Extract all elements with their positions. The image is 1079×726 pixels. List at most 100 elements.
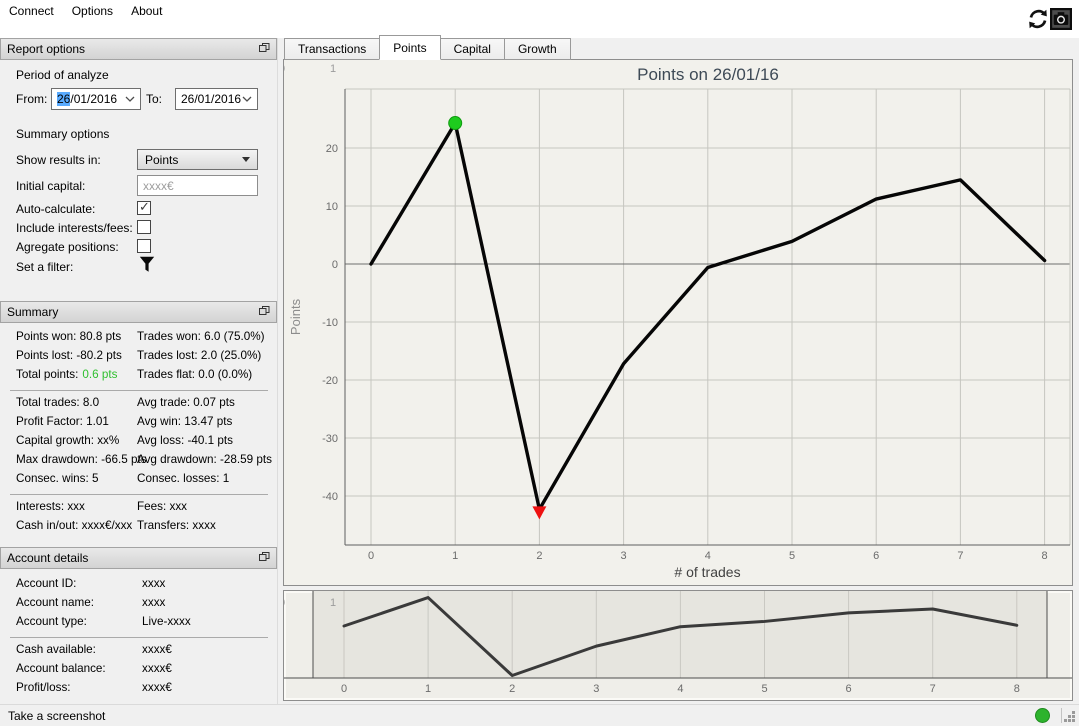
- account-divider: [10, 637, 268, 638]
- refresh-button[interactable]: [1027, 8, 1049, 30]
- left-panel: Report options Period of analyze From: 2…: [0, 38, 278, 704]
- svg-text:5: 5: [761, 683, 767, 695]
- include-interests-label: Include interests/fees:: [16, 221, 133, 235]
- account-details-header: Account details: [0, 547, 277, 569]
- svg-text:1: 1: [330, 63, 336, 75]
- svg-text:6: 6: [846, 683, 852, 695]
- total-points-value: 0.6 pts: [82, 368, 118, 381]
- float-panel-icon[interactable]: [259, 42, 270, 56]
- summary-profit-factor: Profit Factor: 1.01: [16, 415, 109, 428]
- total-points-label: Total points:: [16, 368, 79, 381]
- screenshot-button[interactable]: [1050, 8, 1072, 30]
- top-strip: Connect Options About: [0, 0, 1079, 38]
- summary-interests: Interests: xxx: [16, 500, 85, 513]
- svg-text:10: 10: [326, 201, 338, 213]
- svg-text:7: 7: [957, 550, 963, 562]
- summary-trades-lost: Trades lost: 2.0 (25.0%): [137, 349, 262, 362]
- main-chart-canvas[interactable]: 20100-10-20-30-400 1 2 3 4 5 6 7 8# of tradesPoi…: [284, 60, 1072, 585]
- summary-divider: [10, 390, 268, 391]
- svg-text:4: 4: [705, 550, 711, 562]
- initial-capital-label: Initial capital:: [16, 179, 86, 193]
- svg-text:1: 1: [330, 597, 336, 609]
- tab-points[interactable]: Points: [379, 35, 441, 60]
- summary-fees: Fees: xxx: [137, 500, 188, 513]
- summary-options-label: Summary options: [16, 127, 110, 141]
- tab-capital[interactable]: Capital: [439, 38, 505, 60]
- svg-text:3: 3: [621, 550, 627, 562]
- show-results-value: Points: [145, 152, 179, 167]
- account-name-label: Account name:: [16, 596, 94, 609]
- max-point-marker: [448, 116, 463, 131]
- summary-avg-win: Avg win: 13.47 pts: [137, 415, 233, 428]
- include-interests-checkbox[interactable]: [137, 220, 151, 234]
- svg-text:0: 0: [332, 259, 338, 271]
- summary-header: Summary: [0, 301, 277, 323]
- show-results-select[interactable]: Points: [137, 149, 258, 170]
- profit-loss-label: Profit/loss:: [16, 681, 71, 694]
- summary-avg-drawdown: Avg drawdown: -28.59 pts: [137, 453, 272, 466]
- overview-chart-canvas[interactable]: 0 1 2 3 4 5 6 7 8 0 1: [284, 591, 1072, 700]
- chevron-down-icon[interactable]: [125, 96, 135, 103]
- summary-trades-flat: Trades flat: 0.0 (0.0%): [137, 368, 253, 381]
- resize-grip-icon[interactable]: [1072, 719, 1075, 722]
- account-type-label: Account type:: [16, 615, 87, 628]
- svg-text:1: 1: [425, 683, 431, 695]
- summary-capital-growth: Capital growth: xx%: [16, 434, 120, 447]
- svg-text:3: 3: [593, 683, 599, 695]
- y-axis-label: Points: [288, 298, 303, 335]
- take-screenshot-button[interactable]: Take a screenshot: [8, 709, 105, 723]
- report-options-title: Report options: [7, 42, 86, 56]
- camera-icon: [1050, 8, 1072, 33]
- agregate-positions-checkbox[interactable]: [137, 239, 151, 253]
- float-panel-icon[interactable]: [259, 305, 270, 319]
- menu-options[interactable]: Options: [63, 0, 122, 22]
- to-label: To:: [146, 92, 163, 106]
- summary-max-drawdown: Max drawdown: -66.5 pts: [16, 453, 147, 466]
- agregate-positions-label: Agregate positions:: [16, 240, 119, 254]
- tab-transactions[interactable]: Transactions: [284, 38, 381, 60]
- cash-available-value: xxxx€: [142, 643, 172, 656]
- auto-calculate-checkbox[interactable]: [137, 199, 151, 215]
- account-id-value: xxxx: [142, 577, 166, 590]
- svg-text:-10: -10: [322, 317, 338, 329]
- summary-trades-won: Trades won: 6.0 (75.0%): [137, 330, 265, 343]
- svg-text:0: 0: [341, 683, 347, 695]
- summary-total-trades: Total trades: 8.0: [16, 396, 100, 409]
- summary-title: Summary: [7, 305, 59, 319]
- summary-cash-in-out: Cash in/out: xxxx€/xxx: [16, 519, 133, 532]
- summary-total-points: Total points: 0.6 pts: [16, 368, 117, 381]
- to-date-value: 26/01/2016: [181, 92, 242, 106]
- menu-about[interactable]: About: [122, 0, 171, 22]
- refresh-icon: [1027, 9, 1049, 33]
- summary-points-lost: Points lost: -80.2 pts: [16, 349, 122, 362]
- svg-text:-30: -30: [322, 433, 338, 445]
- to-date-input[interactable]: 26/01/2016: [175, 88, 258, 110]
- svg-text:8: 8: [1014, 683, 1020, 695]
- status-bar: Take a screenshot: [0, 704, 1079, 726]
- menu-connect[interactable]: Connect: [0, 0, 63, 22]
- summary-divider: [10, 494, 268, 495]
- svg-text:2: 2: [536, 550, 542, 562]
- svg-text:0: 0: [368, 550, 374, 562]
- svg-text:5: 5: [789, 550, 795, 562]
- profit-loss-value: xxxx€: [142, 681, 172, 694]
- show-results-label: Show results in:: [16, 153, 101, 167]
- summary-points-won: Points won: 80.8 pts: [16, 330, 122, 343]
- svg-text:1: 1: [452, 550, 458, 562]
- from-date-input[interactable]: 26/01/2016: [51, 88, 141, 110]
- summary-avg-loss: Avg loss: -40.1 pts: [137, 434, 233, 447]
- set-filter-label: Set a filter:: [16, 260, 74, 274]
- svg-text:-40: -40: [322, 491, 338, 503]
- summary-consec-wins: Consec. wins: 5: [16, 472, 99, 485]
- svg-text:0: 0: [284, 597, 285, 609]
- svg-text:0: 0: [284, 63, 285, 75]
- filter-icon[interactable]: [139, 256, 155, 276]
- tab-growth[interactable]: Growth: [503, 38, 571, 60]
- connection-status-dot: [1035, 708, 1050, 723]
- account-id-label: Account ID:: [16, 577, 77, 590]
- account-balance-value: xxxx€: [142, 662, 172, 675]
- status-separator: [1061, 708, 1062, 723]
- chevron-down-icon[interactable]: [242, 96, 252, 103]
- float-panel-icon[interactable]: [259, 551, 270, 565]
- initial-capital-input[interactable]: [137, 175, 258, 196]
